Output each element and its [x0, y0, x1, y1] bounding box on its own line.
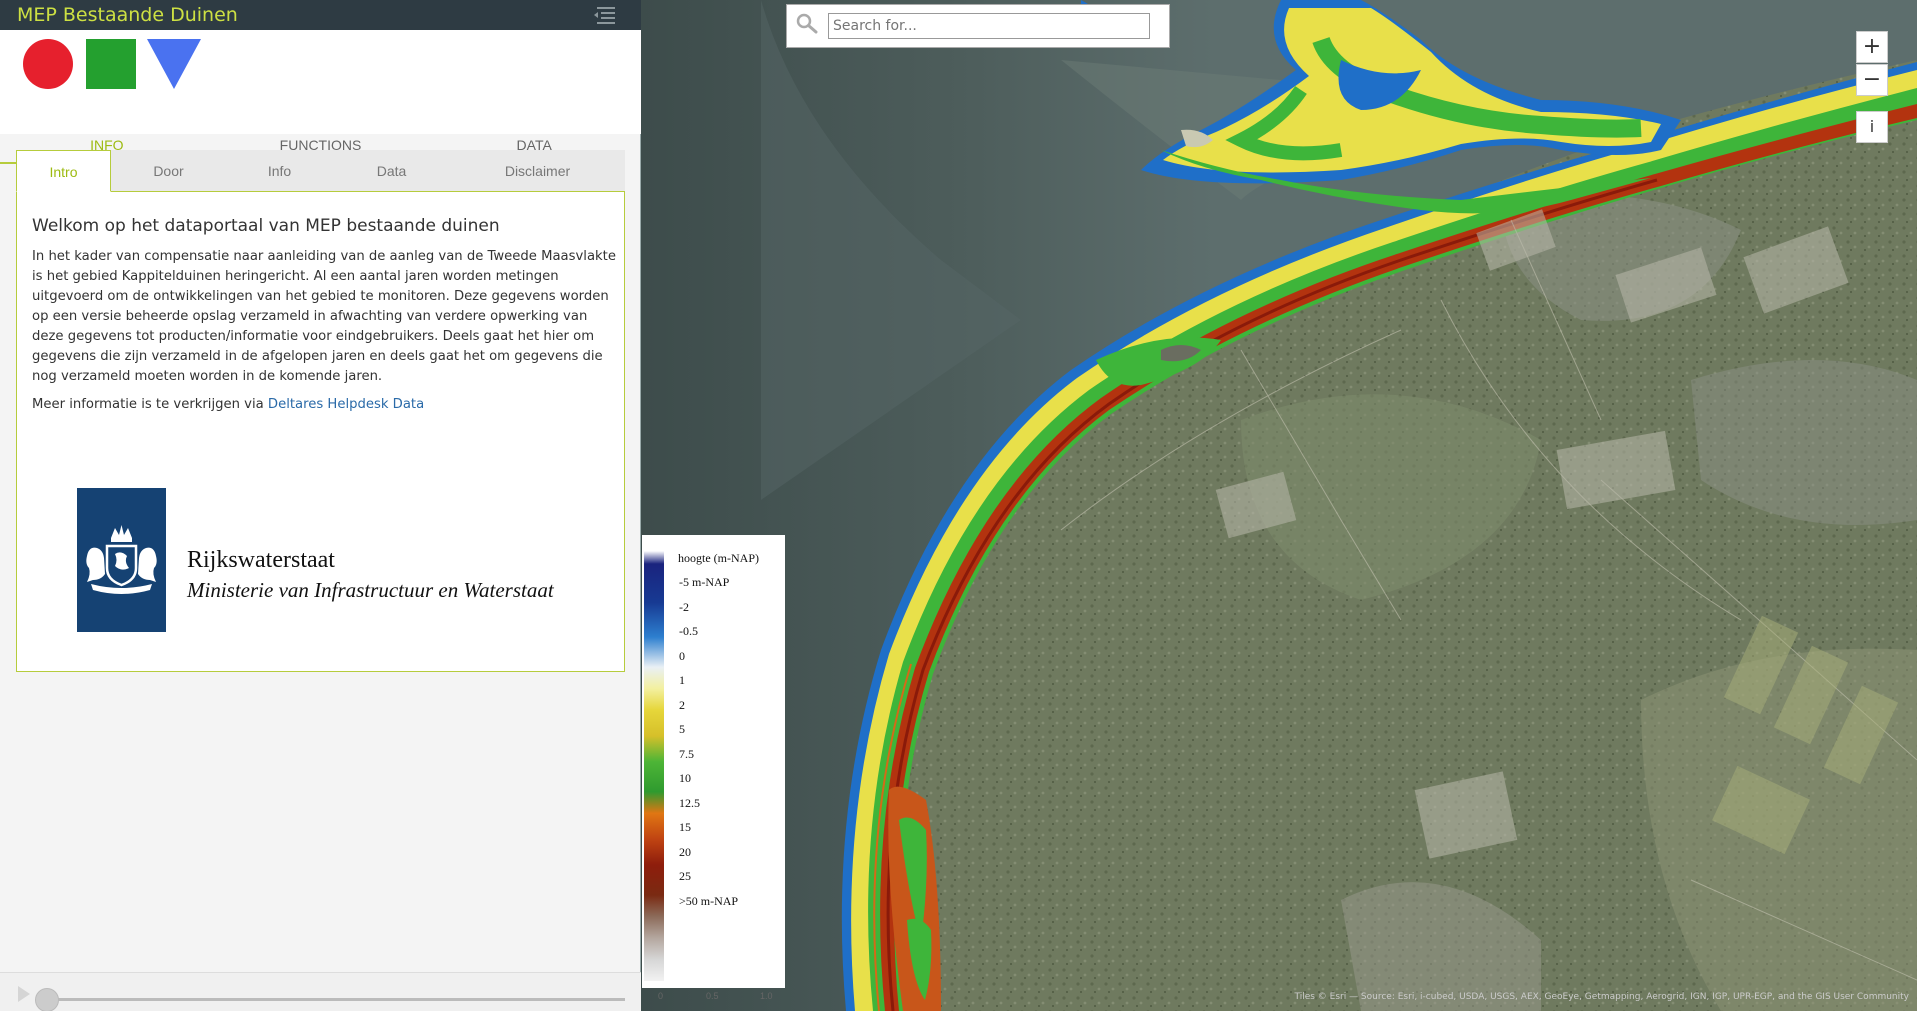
title-bar: MEP Bestaande Duinen: [0, 0, 641, 30]
subtab-intro[interactable]: Intro: [16, 150, 111, 192]
search-input[interactable]: [828, 13, 1150, 39]
content-paragraph: In het kader van compensatie naar aanlei…: [32, 249, 616, 384]
app-title: MEP Bestaande Duinen: [17, 4, 238, 26]
legend-label: -5 m-NAP: [679, 575, 730, 589]
legend-label: 10: [679, 771, 691, 785]
legend-scale: 0 0.5 1.0: [0, 991, 773, 1007]
subtab-door[interactable]: Door: [111, 150, 226, 192]
legend-label: 25: [679, 869, 691, 883]
subtab-data[interactable]: Data: [333, 150, 450, 192]
sub-tabs: Intro Door Info Data Disclaimer: [16, 150, 625, 192]
legend-label: 0: [679, 649, 685, 663]
more-info-text: Meer informatie is te verkrijgen via: [32, 397, 268, 412]
logo-ministry: Ministerie van Infrastructuur en Waterst…: [187, 578, 554, 602]
info-button[interactable]: i: [1856, 111, 1888, 143]
logo-name: Rijkswaterstaat: [187, 547, 335, 573]
subtab-info[interactable]: Info: [226, 150, 333, 192]
legend-label: 1: [679, 673, 685, 687]
legend-label: >50 m-NAP: [679, 894, 739, 908]
zoom-out-button[interactable]: −: [1856, 64, 1888, 96]
legend-colorbar: [644, 551, 664, 981]
map-view[interactable]: [641, 0, 1917, 1011]
helpdesk-link[interactable]: Deltares Helpdesk Data: [268, 397, 424, 412]
square-shape-icon[interactable]: [86, 39, 136, 89]
legend-label: -2: [679, 600, 689, 614]
subtab-disclaimer[interactable]: Disclaimer: [450, 150, 625, 192]
legend-label: 15: [679, 820, 691, 834]
map-attribution: Tiles © Esri — Source: Esri, i-cubed, US…: [1294, 992, 1909, 1002]
scale-label: 0: [658, 991, 664, 1001]
height-legend: hoogte (m-NAP) -5 m-NAP -2 -0.5 0 1 2 5 …: [642, 535, 785, 988]
side-panel: MEP Bestaande Duinen INFO FUNCTIONS DATA…: [0, 0, 641, 1011]
scale-label: 1.0: [760, 991, 773, 1001]
legend-label: 5: [679, 722, 685, 736]
legend-label: -0.5: [679, 624, 698, 638]
map-search-box: [786, 4, 1170, 48]
legend-title: hoogte (m-NAP): [678, 551, 759, 565]
search-icon[interactable]: [795, 12, 819, 36]
triangle-shape-icon[interactable]: [147, 39, 201, 89]
shape-toolbar: INFO FUNCTIONS DATA: [0, 30, 641, 164]
rijkswaterstaat-emblem-icon: [77, 488, 166, 632]
content-heading: Welkom op het dataportaal van MEP bestaa…: [32, 216, 500, 236]
legend-label: 20: [679, 845, 691, 859]
legend-label: 7.5: [679, 747, 694, 761]
circle-shape-icon[interactable]: [23, 39, 73, 89]
legend-label: 2: [679, 698, 685, 712]
more-info-line: Meer informatie is te verkrijgen via Del…: [32, 397, 424, 412]
zoom-in-button[interactable]: +: [1856, 31, 1888, 63]
satellite-map-image: [641, 0, 1917, 1011]
menu-icon[interactable]: [593, 6, 615, 24]
intro-content: Welkom op het dataportaal van MEP bestaa…: [16, 191, 625, 672]
scale-label: 0.5: [706, 991, 719, 1001]
legend-label: 12.5: [679, 796, 700, 810]
